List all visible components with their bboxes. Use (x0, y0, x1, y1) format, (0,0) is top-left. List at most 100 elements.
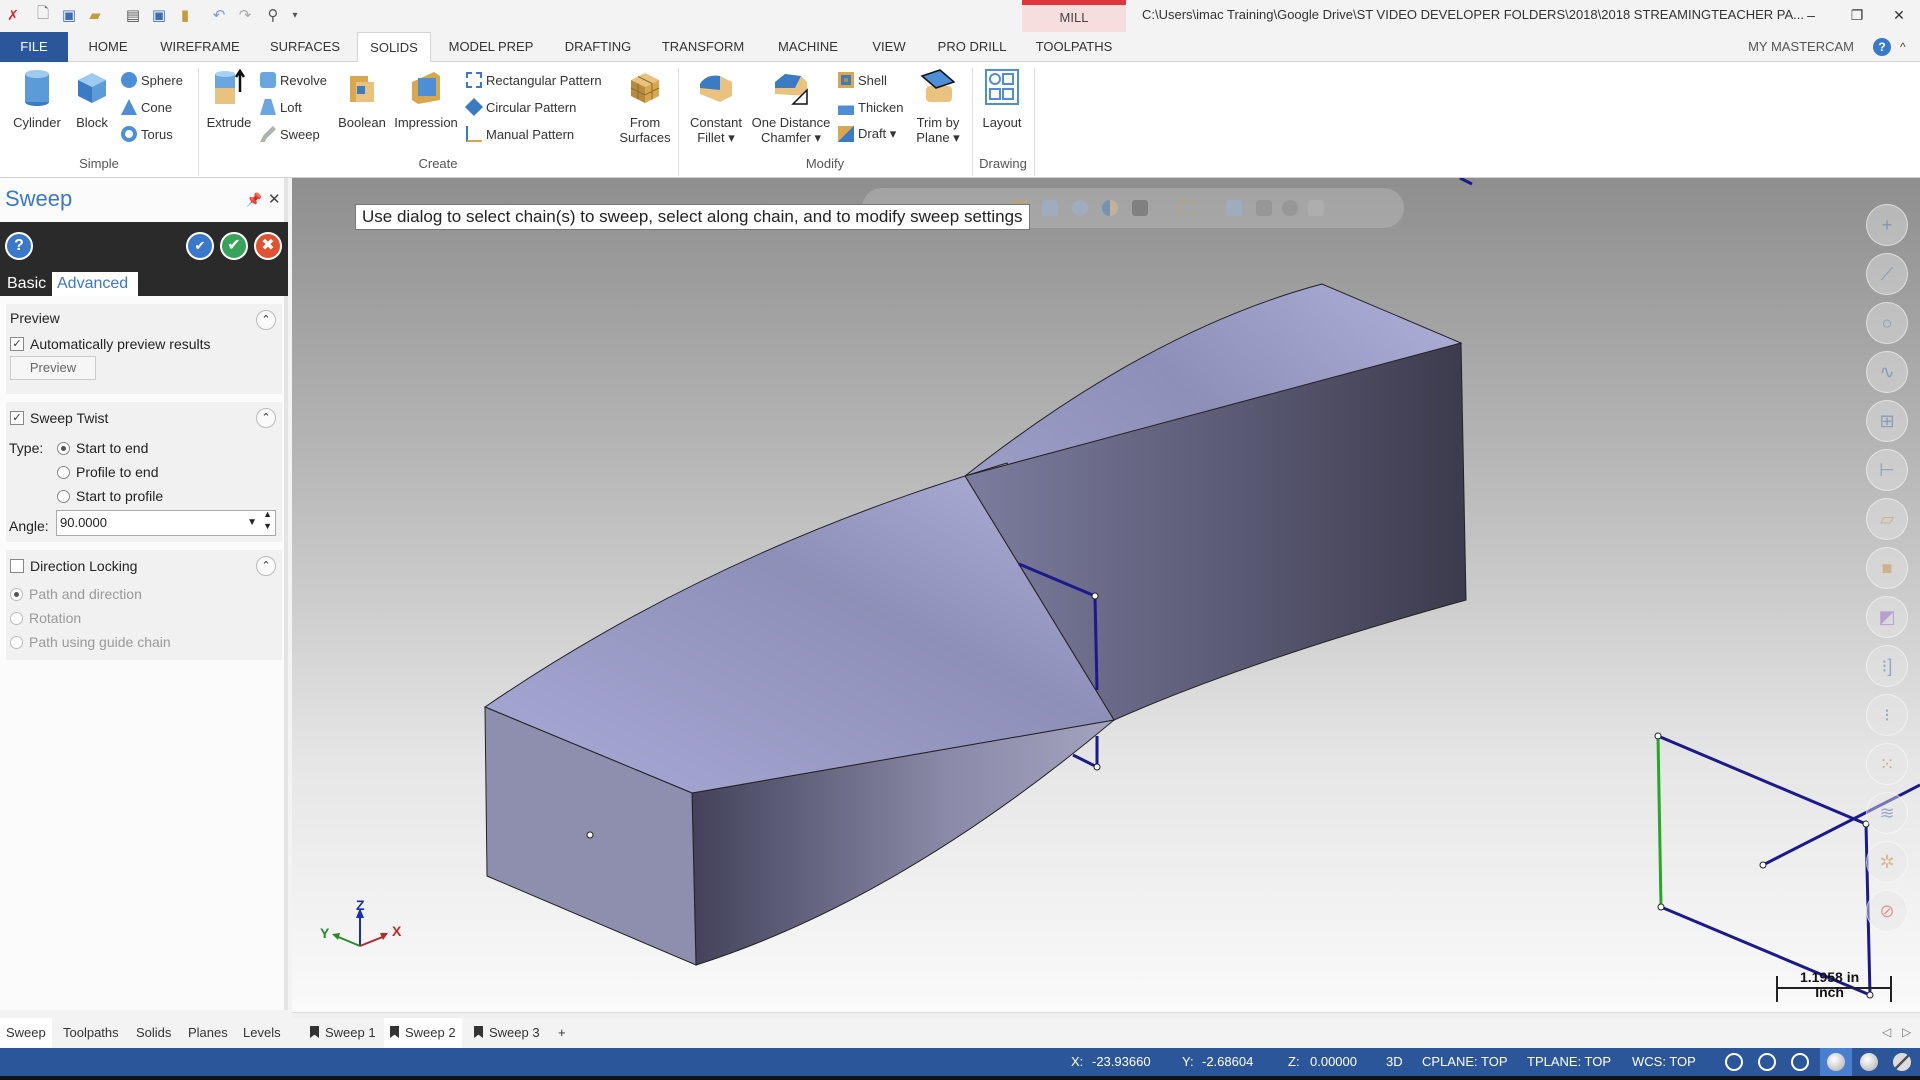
circle-icon[interactable]: ○ (1866, 302, 1908, 344)
manager-tab-planes[interactable]: Planes (188, 1018, 228, 1048)
one-distance-chamfer-button[interactable]: One Distance Chamfer ▾ (750, 68, 832, 145)
restore-button[interactable]: ❐ (1842, 4, 1872, 26)
manager-tab-solids[interactable]: Solids (136, 1018, 171, 1048)
path-start-point[interactable] (586, 831, 594, 839)
chain-endpoint[interactable] (1091, 592, 1099, 600)
trim-by-plane-button[interactable]: Trim by Plane ▾ (910, 68, 966, 145)
new-file-icon[interactable]: 🗋 (34, 5, 52, 24)
pin-icon[interactable]: 📌 (246, 192, 262, 208)
extrude-button[interactable]: Extrude (204, 68, 254, 130)
scroll-left-icon[interactable]: ◁ (1882, 1025, 1891, 1039)
save-as-icon[interactable]: ▣ (150, 6, 168, 24)
angle-spinner-icon[interactable]: ▲ ▼ (263, 508, 272, 532)
view-sheet-sweep-3[interactable]: Sweep 3 (468, 1018, 546, 1048)
translucency-icon[interactable] (1893, 1053, 1911, 1071)
sweep-button[interactable]: Sweep (260, 126, 320, 142)
tab-drafting[interactable]: DRAFTING (561, 32, 635, 62)
my-mastercam-link[interactable]: MY MASTERCAM (1748, 32, 1854, 62)
mode-3d[interactable]: 3D (1386, 1048, 1403, 1076)
redo-icon[interactable]: ↷ (236, 6, 254, 24)
tab-machine[interactable]: MACHINE (772, 32, 844, 62)
block-button[interactable]: Block (70, 68, 114, 130)
transform-icon[interactable]: ◩ (1866, 596, 1908, 638)
window-select-icon[interactable] (1178, 200, 1194, 216)
radio-start-to-end[interactable]: Start to end (57, 440, 148, 456)
collapse-direction-locking-icon[interactable]: ⌃ (256, 556, 276, 576)
tab-basic[interactable]: Basic (2, 272, 51, 296)
tab-pro-drill[interactable]: PRO DRILL (934, 32, 1010, 62)
constant-fillet-button[interactable]: Constant Fillet ▾ (684, 68, 748, 145)
spline-icon[interactable]: ∿ (1866, 351, 1908, 393)
save-icon[interactable]: ▣ (60, 6, 78, 24)
render-icon[interactable] (1102, 200, 1118, 216)
wireframe-point[interactable] (1866, 991, 1874, 999)
ok-and-create-new-button[interactable]: ✔ (186, 232, 214, 260)
cplane-status[interactable]: CPLANE: TOP (1422, 1048, 1508, 1076)
graphics-viewport[interactable]: Z Y X Use dialog to select chain(s) to s… (292, 178, 1920, 1012)
layers-icon[interactable]: ≋ (1866, 792, 1908, 834)
tab-transform[interactable]: TRANSFORM (660, 32, 746, 62)
analyze-icon[interactable]: ⚲ (264, 6, 282, 24)
from-surfaces-button[interactable]: From Surfaces (614, 68, 676, 145)
tab-view[interactable]: VIEW (868, 32, 910, 62)
model-canvas[interactable]: Z Y X (292, 178, 1920, 1012)
cylinder-button[interactable]: Cylinder (10, 68, 64, 130)
z-coordinate[interactable]: 0.00000 (1310, 1048, 1357, 1076)
manual-pattern-button[interactable]: Manual Pattern (466, 126, 574, 142)
no-entry-icon[interactable]: ⊘ (1866, 890, 1908, 932)
manager-tab-levels[interactable]: Levels (243, 1018, 281, 1048)
loft-button[interactable]: Loft (260, 99, 302, 115)
shell-button[interactable]: Shell (838, 72, 887, 88)
wireframe-view-icon[interactable] (1042, 200, 1058, 216)
grid-icon[interactable]: ⁙ (1866, 743, 1908, 785)
context-tab-mill[interactable]: MILL (1022, 0, 1126, 32)
wcs-status[interactable]: WCS: TOP (1632, 1048, 1696, 1076)
shaded-icon[interactable] (1827, 1053, 1845, 1071)
sphere-button[interactable]: Sphere (121, 72, 183, 88)
tab-model-prep[interactable]: MODEL PREP (446, 32, 536, 62)
customize-qat-icon[interactable]: ▾ (286, 6, 304, 24)
angle-dropdown-icon[interactable]: ▼ (247, 511, 257, 535)
tplane-status[interactable]: TPLANE: TOP (1527, 1048, 1611, 1076)
gear-icon[interactable]: ✲ (1866, 841, 1908, 883)
collapse-preview-icon[interactable]: ⌃ (256, 310, 276, 330)
solid-icon[interactable]: ⊞ (1866, 400, 1908, 442)
tab-surfaces[interactable]: SURFACES (270, 32, 340, 62)
box-icon[interactable]: ■ (1866, 547, 1908, 589)
open-icon[interactable]: ▰ (86, 6, 104, 24)
merge-icon[interactable]: ▮ (176, 6, 194, 24)
radio-profile-to-end[interactable]: Profile to end (57, 464, 159, 480)
layout-button[interactable]: Layout (976, 68, 1028, 130)
impression-button[interactable]: Impression (392, 68, 460, 130)
ok-button[interactable]: ✔ (220, 232, 248, 260)
line-icon[interactable]: ⟋ (1866, 253, 1908, 295)
select-cursor-icon[interactable] (1132, 200, 1148, 216)
plus-icon[interactable]: + (1866, 204, 1908, 246)
clear-select-icon[interactable] (1282, 200, 1298, 216)
help-icon[interactable]: ? (1873, 38, 1891, 56)
collapse-ribbon-icon[interactable]: ^ (1900, 40, 1906, 54)
angle-input[interactable]: 90.0000 ▼ ▲ ▼ (56, 508, 276, 536)
direction-locking-checkbox[interactable]: Direction Locking (10, 558, 137, 574)
view-sheet-sweep-2[interactable]: Sweep 2 (384, 1018, 462, 1048)
circular-pattern-button[interactable]: Circular Pattern (464, 97, 576, 117)
list-icon[interactable]: ⁝ (1866, 694, 1908, 736)
wireframe-edge-selected[interactable] (1656, 735, 1663, 908)
revolve-button[interactable]: Revolve (260, 72, 327, 88)
tab-wireframe[interactable]: WIREFRAME (156, 32, 244, 62)
tab-file[interactable]: FILE (0, 32, 68, 62)
radio-rotation[interactable]: Rotation (10, 610, 81, 626)
print-icon[interactable]: ▤ (124, 6, 142, 24)
boolean-button[interactable]: Boolean (334, 68, 390, 130)
radio-path-using-guide-chain[interactable]: Path using guide chain (10, 634, 171, 650)
unselect-icon[interactable] (1308, 200, 1324, 216)
tab-home[interactable]: HOME (84, 32, 132, 62)
torus-button[interactable]: Torus (121, 126, 173, 142)
minimize-button[interactable]: – (1796, 4, 1826, 26)
dimension-icon[interactable]: ⊢ (1866, 449, 1908, 491)
panel-close-button[interactable]: ✕ (268, 190, 281, 208)
tab-toolpaths[interactable]: TOOLPATHS (1034, 32, 1114, 62)
wireframe-point[interactable] (1654, 732, 1662, 740)
radio-start-to-profile[interactable]: Start to profile (57, 488, 163, 504)
wireframe-globe-icon[interactable] (1758, 1053, 1776, 1071)
